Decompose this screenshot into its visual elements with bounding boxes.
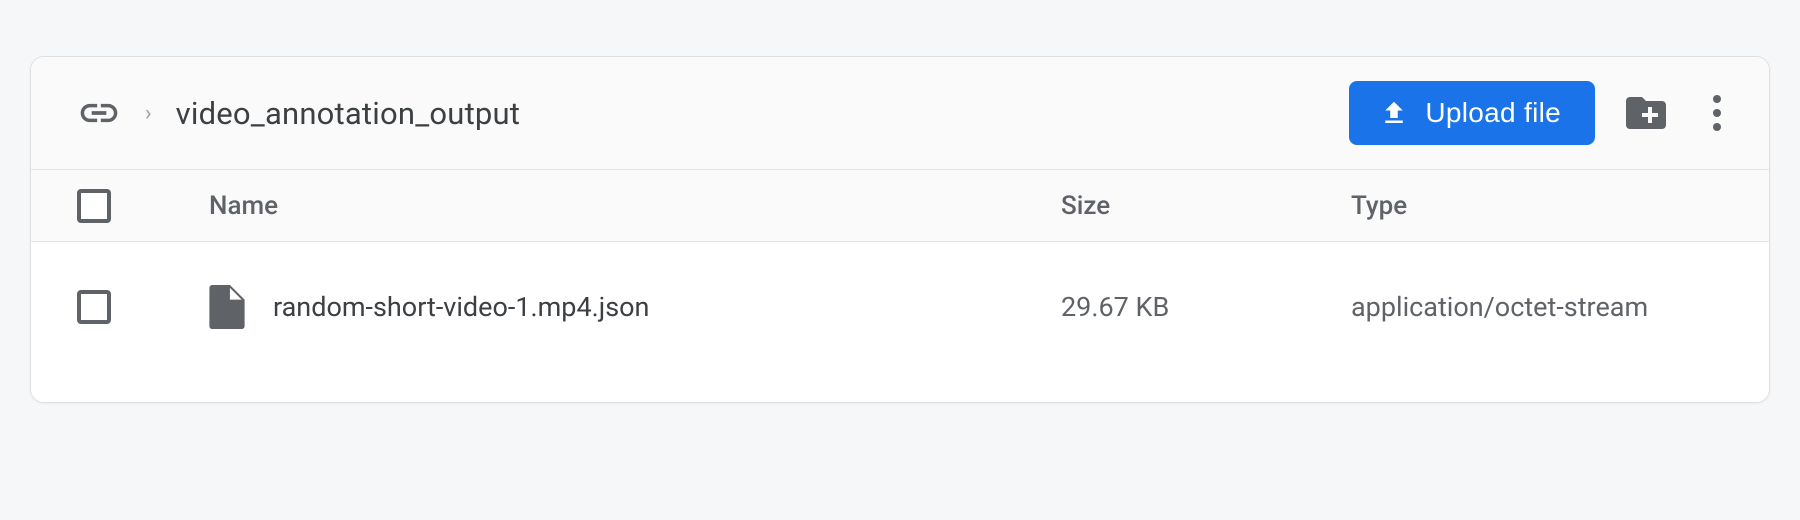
file-size: 29.67 KB xyxy=(1061,291,1351,323)
link-icon[interactable] xyxy=(77,91,121,135)
column-header-type[interactable]: Type xyxy=(1351,191,1741,221)
file-browser-card: › video_annotation_output Upload file Na… xyxy=(30,56,1770,403)
table-header: Name Size Type xyxy=(31,170,1769,242)
column-header-name[interactable]: Name xyxy=(209,191,1061,221)
upload-file-label: Upload file xyxy=(1425,97,1561,129)
file-type: application/octet-stream xyxy=(1351,289,1741,325)
file-name: random-short-video-1.mp4.json xyxy=(273,291,649,323)
more-options-button[interactable] xyxy=(1693,89,1741,137)
select-all-checkbox[interactable] xyxy=(77,189,111,223)
toolbar: › video_annotation_output Upload file xyxy=(31,57,1769,170)
upload-icon xyxy=(1379,98,1409,128)
new-folder-icon xyxy=(1621,93,1671,133)
chevron-right-icon: › xyxy=(145,101,152,126)
new-folder-button[interactable] xyxy=(1617,88,1675,138)
file-icon xyxy=(209,285,245,329)
row-checkbox[interactable] xyxy=(77,290,111,324)
kebab-icon xyxy=(1713,95,1721,131)
column-header-size[interactable]: Size xyxy=(1061,191,1351,221)
breadcrumb-folder[interactable]: video_annotation_output xyxy=(176,95,521,132)
breadcrumb: › video_annotation_output xyxy=(77,91,1349,135)
upload-file-button[interactable]: Upload file xyxy=(1349,81,1595,145)
table-row[interactable]: random-short-video-1.mp4.json 29.67 KB a… xyxy=(31,242,1769,372)
